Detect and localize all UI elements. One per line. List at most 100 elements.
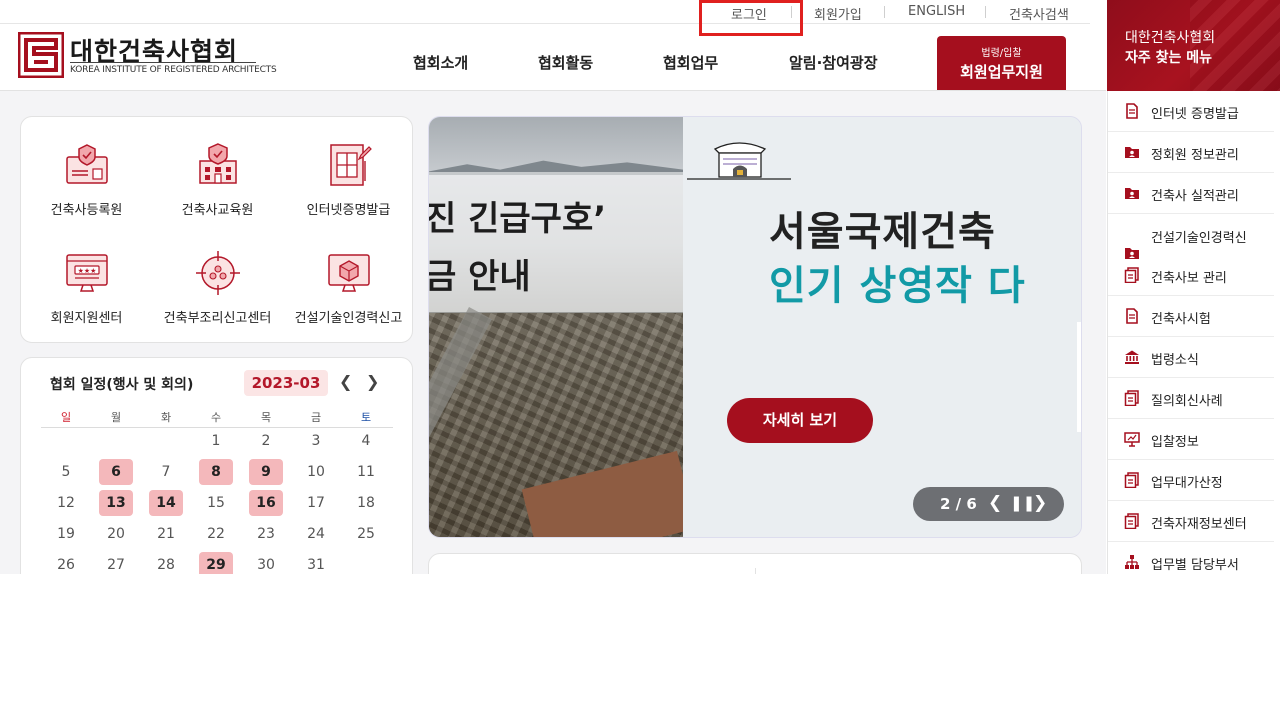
- calendar-day[interactable]: 9: [249, 459, 283, 485]
- hero-banner: 진 긴급구호’ 금 안내 서울국제건축 인기 상영작 다 자세히 보기 2 / …: [428, 116, 1082, 538]
- favorite-menu-item[interactable]: 건설기술인경력신: [1108, 214, 1274, 259]
- card-divider: [755, 568, 756, 574]
- weekday-label: 월: [110, 411, 122, 424]
- quick-item-registration[interactable]: 건축사등록원: [21, 141, 152, 218]
- nav-services[interactable]: 협회업무: [663, 52, 718, 73]
- favorite-menu-item[interactable]: 인터넷 증명발급: [1108, 91, 1274, 132]
- relief-banner-image[interactable]: 진 긴급구호’ 금 안내: [429, 117, 683, 537]
- favorite-menu-item[interactable]: 건축사보 관리: [1108, 255, 1274, 296]
- calendar-day[interactable]: 6: [99, 459, 133, 485]
- calendar-day[interactable]: 28: [149, 552, 183, 574]
- calendar-day[interactable]: 26: [49, 552, 83, 574]
- favorite-menu-item[interactable]: 건축자재정보센터: [1108, 501, 1274, 542]
- chevron-left-icon[interactable]: ❮: [988, 493, 1002, 513]
- calendar-day[interactable]: 2: [249, 428, 283, 454]
- calendar-day[interactable]: 1: [199, 428, 233, 454]
- slide-edge-strip: [1077, 322, 1081, 432]
- favorite-menu-item[interactable]: 건축사 실적관리: [1108, 173, 1274, 214]
- nav-about[interactable]: 협회소개: [413, 52, 468, 73]
- calendar-day[interactable]: 15: [199, 490, 233, 516]
- favorite-menu-item[interactable]: 법령소식: [1108, 337, 1274, 378]
- calendar-day[interactable]: 18: [349, 490, 383, 516]
- divider: [985, 6, 986, 18]
- calendar-day[interactable]: 8: [199, 459, 233, 485]
- favorite-menu-item[interactable]: 건축사시험: [1108, 296, 1274, 337]
- chevron-right-icon[interactable]: ❯: [1033, 493, 1047, 513]
- favorite-menu-label: 법령소식: [1151, 353, 1199, 368]
- login-highlight-box: [699, 0, 803, 36]
- favorite-menu-item[interactable]: 업무대가산정: [1108, 460, 1274, 501]
- bank-icon: [1125, 350, 1139, 364]
- favorite-menu-label: 건축자재정보센터: [1151, 517, 1247, 532]
- calendar-day[interactable]: 4: [349, 428, 383, 454]
- pause-icon[interactable]: ❚❚: [1010, 494, 1035, 512]
- career-monitor-icon: [327, 254, 370, 292]
- calendar-day[interactable]: 13: [99, 490, 133, 516]
- member-support-label: 회원업무지원: [960, 63, 1043, 81]
- quick-item-support-center[interactable]: ★★★ 회원지원센터: [21, 249, 152, 326]
- calendar-day[interactable]: 10: [299, 459, 333, 485]
- calendar-day[interactable]: 5: [49, 459, 83, 485]
- nav-activities[interactable]: 협회활동: [538, 52, 593, 73]
- calendar-day[interactable]: 12: [49, 490, 83, 516]
- calendar-day[interactable]: 19: [49, 521, 83, 547]
- join-link[interactable]: 회원가입: [814, 4, 862, 23]
- calendar-day[interactable]: 31: [299, 552, 333, 574]
- architect-search-link[interactable]: 건축사검색: [1009, 4, 1069, 23]
- logo-name-en: KOREA INSTITUTE OF REGISTERED ARCHITECTS: [70, 65, 277, 75]
- quick-item-label: 건축부조리신고센터: [163, 311, 272, 326]
- calendar-day[interactable]: 3: [299, 428, 333, 454]
- calendar-day[interactable]: 7: [149, 459, 183, 485]
- weekday-label: 일: [60, 411, 72, 424]
- calendar-day[interactable]: 22: [199, 521, 233, 547]
- registration-icon: [65, 144, 108, 184]
- favorite-menu-label: 건설기술인경력신: [1151, 231, 1247, 246]
- member-support-sublabel: 법령/입찰: [981, 48, 1022, 59]
- divider: [884, 6, 885, 18]
- document-icon: [1126, 103, 1138, 119]
- favorite-menu-label: 입찰정보: [1151, 435, 1199, 450]
- favorite-menu-item[interactable]: 업무별 담당부서: [1108, 542, 1274, 574]
- favorite-menu-label: 건축사 실적관리: [1151, 189, 1239, 204]
- favorite-menu-label: 질의회신사례: [1151, 394, 1223, 409]
- calendar-day[interactable]: 23: [249, 521, 283, 547]
- quick-item-career-report[interactable]: 건설기술인경력신고: [283, 249, 414, 326]
- favorite-menu-label: 건축사보 관리: [1151, 271, 1227, 286]
- quick-item-label: 인터넷증명발급: [306, 203, 391, 218]
- quick-item-report-center[interactable]: 건축부조리신고센터: [152, 249, 283, 326]
- calendar-day[interactable]: 16: [249, 490, 283, 516]
- nav-notice-plaza[interactable]: 알림·참여광장: [789, 52, 878, 73]
- member-support-button[interactable]: 법령/입찰 회원업무지원: [937, 36, 1066, 90]
- calendar-day[interactable]: 25: [349, 521, 383, 547]
- festival-gate-logo-icon: [687, 142, 791, 180]
- chevron-left-icon[interactable]: ❮: [339, 372, 352, 391]
- weekday-label: 목: [260, 411, 272, 424]
- calendar-day[interactable]: 11: [349, 459, 383, 485]
- calendar-day[interactable]: 21: [149, 521, 183, 547]
- calendar-day[interactable]: 30: [249, 552, 283, 574]
- documents-icon: [1124, 267, 1139, 283]
- calendar-day[interactable]: 20: [99, 521, 133, 547]
- weekday-label: 토: [360, 411, 372, 424]
- calendar-day[interactable]: 24: [299, 521, 333, 547]
- favorite-menu-item[interactable]: 정회원 정보관리: [1108, 132, 1274, 173]
- english-link[interactable]: ENGLISH: [908, 4, 965, 19]
- film-festival-slide: 서울국제건축 인기 상영작 다 자세히 보기: [683, 117, 1081, 537]
- org-chart-icon: [1125, 555, 1139, 569]
- favorite-menu-item[interactable]: 질의회신사례: [1108, 378, 1274, 419]
- weekday-label: 수: [210, 411, 222, 424]
- calendar-day[interactable]: 29: [199, 552, 233, 574]
- calendar-day[interactable]: 17: [299, 490, 333, 516]
- svg-text:★★★: ★★★: [77, 267, 96, 275]
- calendar-day[interactable]: 27: [99, 552, 133, 574]
- site-logo[interactable]: 대한건축사협회 KOREA INSTITUTE OF REGISTERED AR…: [18, 32, 277, 80]
- view-more-button[interactable]: 자세히 보기: [727, 398, 873, 443]
- relief-banner-line1: 진 긴급구호’: [429, 199, 607, 239]
- logo-divider: [70, 62, 256, 63]
- favorite-menu-label: 인터넷 증명발급: [1151, 107, 1239, 122]
- chevron-right-icon[interactable]: ❯: [366, 372, 379, 391]
- calendar-day[interactable]: 14: [149, 490, 183, 516]
- quick-item-education[interactable]: 건축사교육원: [152, 141, 283, 218]
- quick-item-certificate[interactable]: 인터넷증명발급: [283, 141, 414, 218]
- favorite-menu-item[interactable]: 입찰정보: [1108, 419, 1274, 460]
